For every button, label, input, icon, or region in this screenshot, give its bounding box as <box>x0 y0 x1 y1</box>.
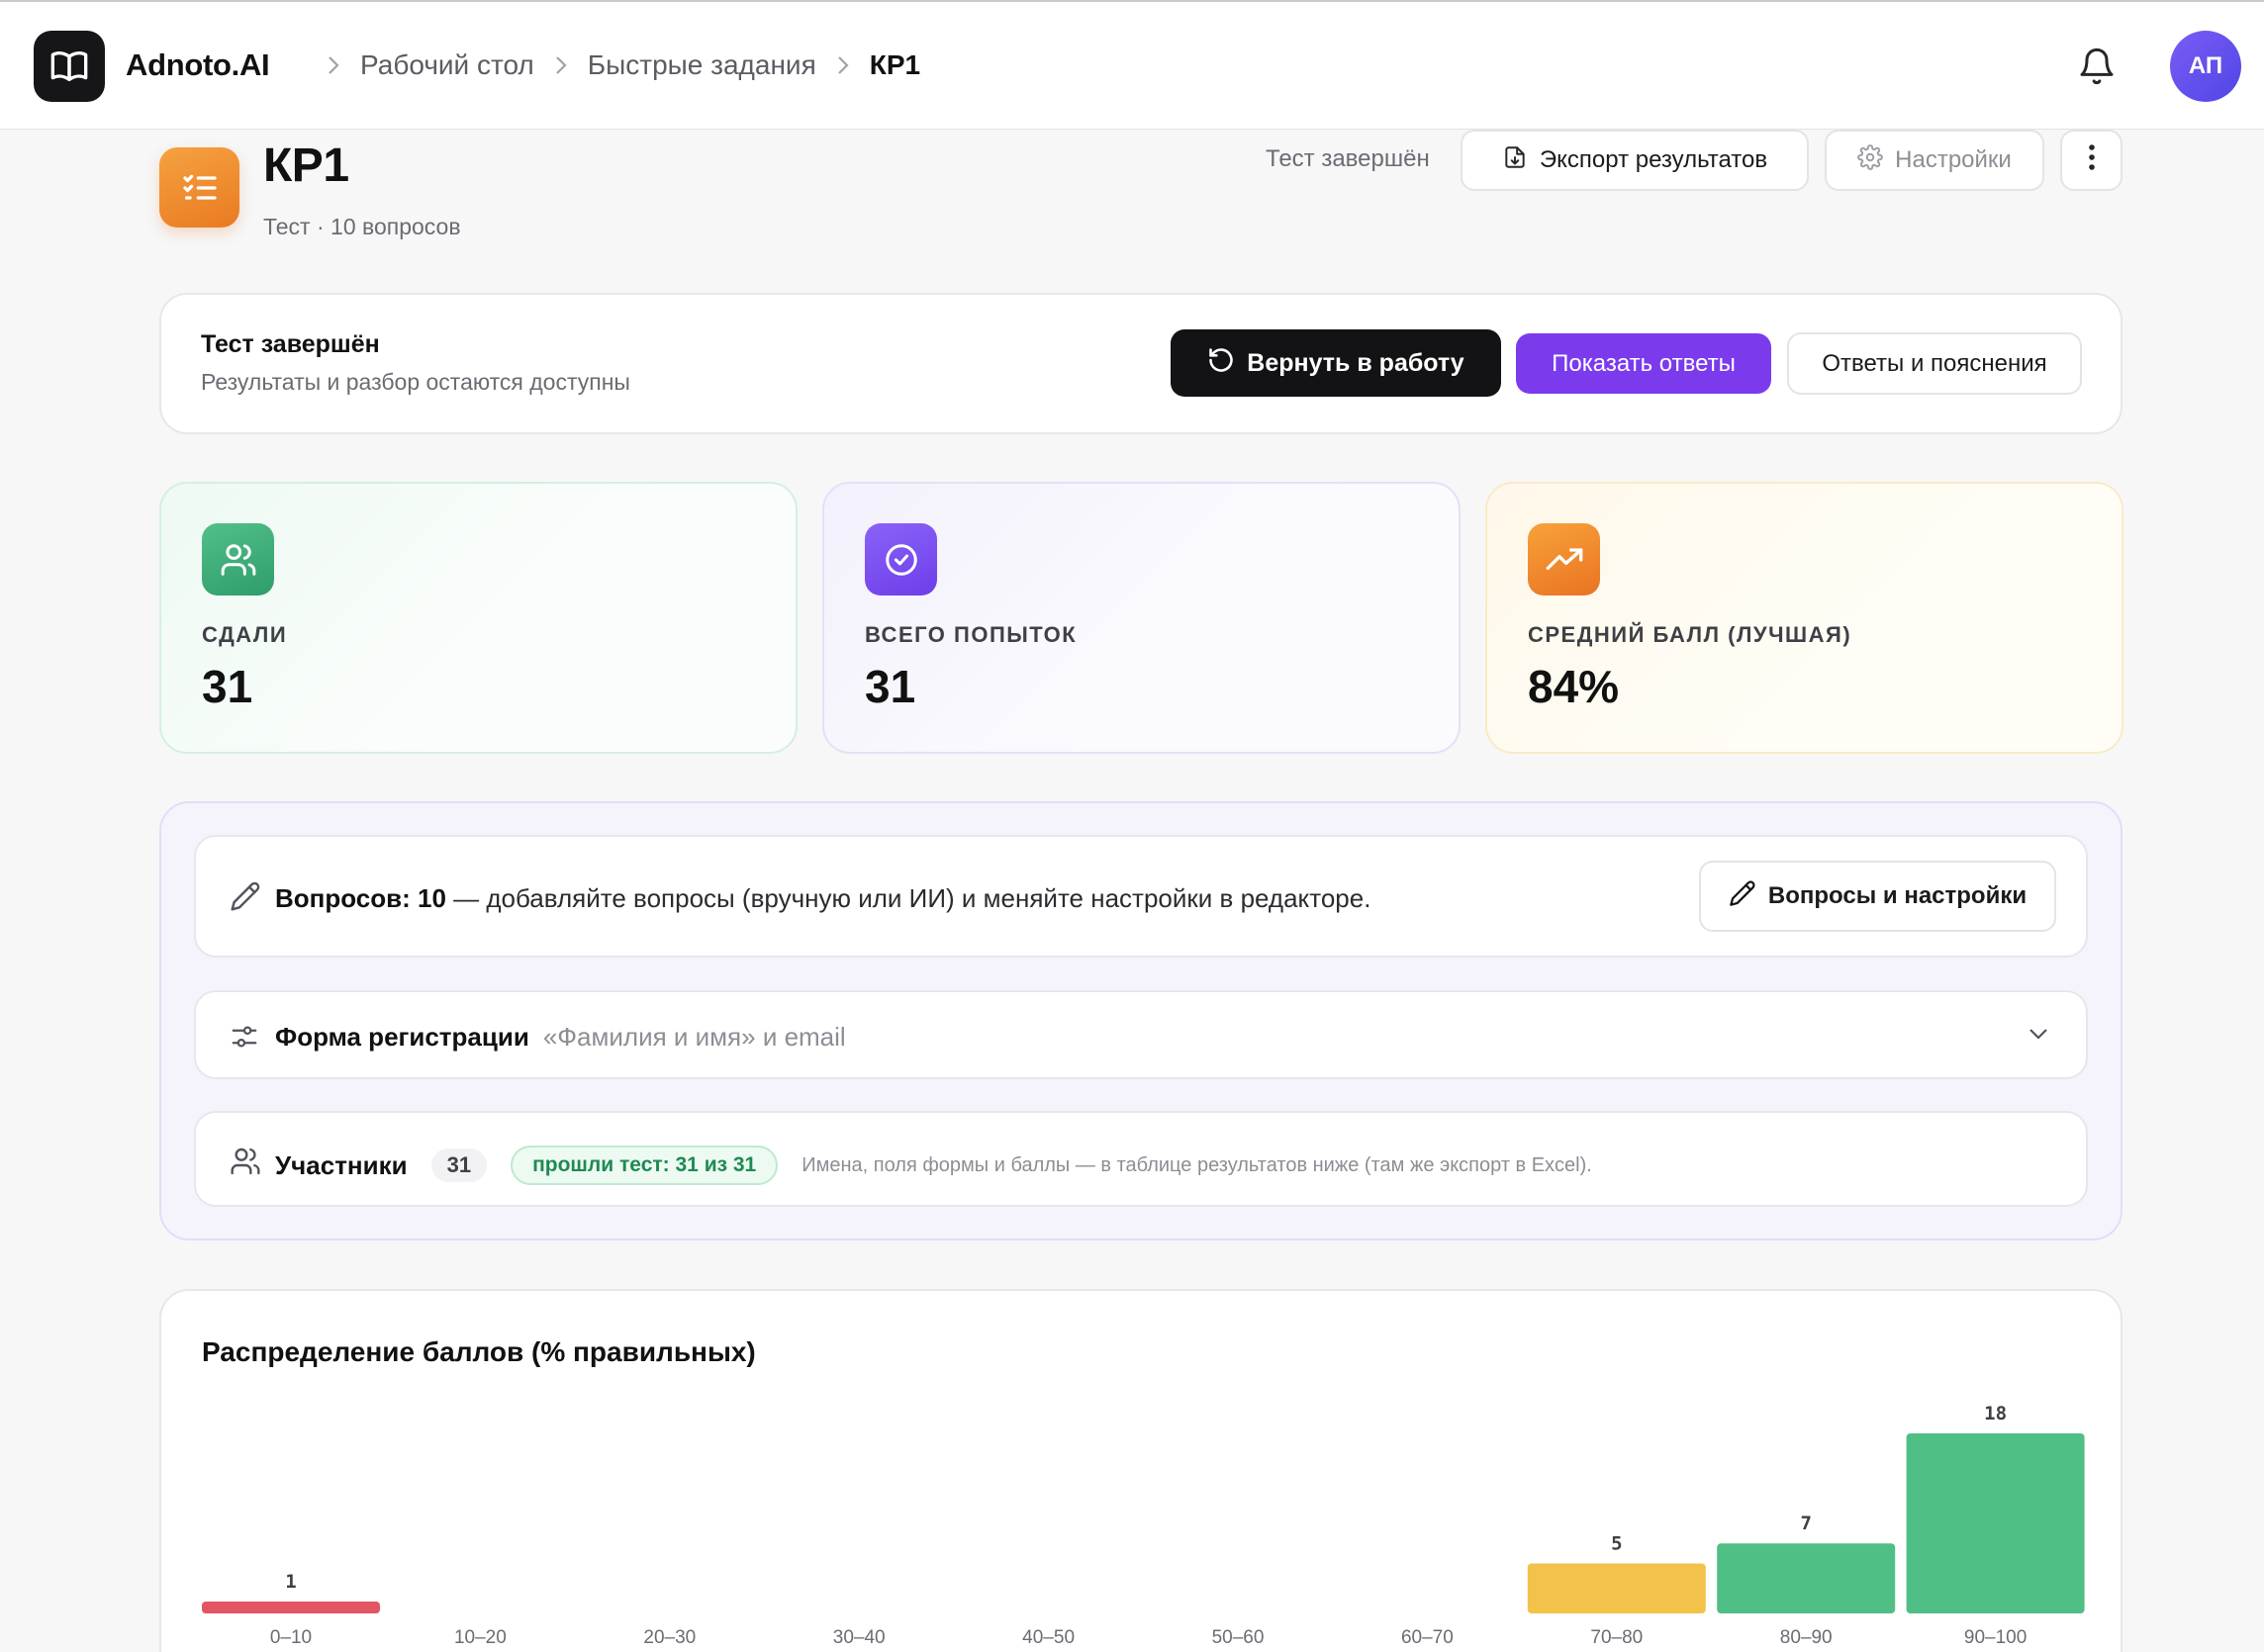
chart-tick-label: 30–40 <box>833 1627 886 1648</box>
chart-data-label: 18 <box>1984 1403 2007 1424</box>
score-distribution-chart: 1 0–10 10–20 20–30 30–40 40–50 50–60 60–70 5 70–8… <box>202 1403 2085 1648</box>
chart-bar <box>1527 1563 1706 1613</box>
chart-tick-label: 70–80 <box>1590 1627 1643 1648</box>
chart-tick-label: 10–20 <box>454 1627 507 1648</box>
chart-bar <box>1717 1543 1896 1613</box>
chart-data-label: 7 <box>1800 1513 1811 1534</box>
chart-tick-label: 40–50 <box>1022 1627 1075 1648</box>
chart-bar <box>202 1602 380 1613</box>
chart-tick-label: 20–30 <box>643 1627 696 1648</box>
chart-data-label: 5 <box>1611 1532 1622 1554</box>
chart-tick-label: 80–90 <box>1780 1627 1833 1648</box>
chart-tick-label: 90–100 <box>1964 1627 2027 1648</box>
chart-bar <box>1906 1433 2085 1613</box>
chart-tick-label: 0–10 <box>270 1627 312 1648</box>
chart-tick-label: 60–70 <box>1401 1627 1454 1648</box>
chart-data-label: 1 <box>285 1571 296 1593</box>
chart-tick-label: 50–60 <box>1212 1627 1265 1648</box>
